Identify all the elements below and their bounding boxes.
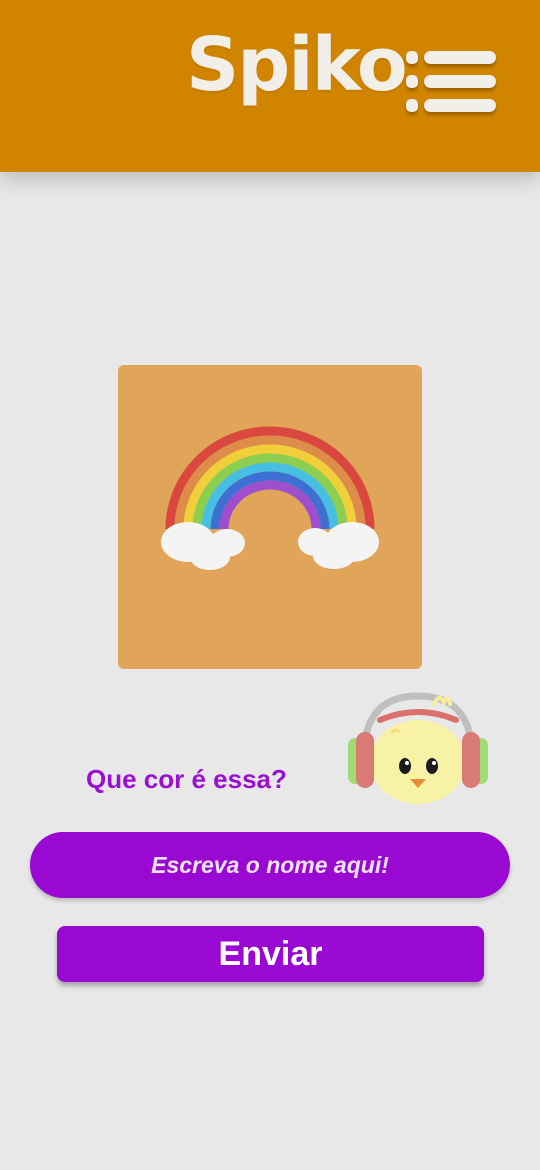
app-logo: Spiko xyxy=(186,22,408,108)
submit-button[interactable]: Enviar xyxy=(57,926,484,982)
quiz-screen: Spiko Que cor é essa? Escreva o nome aqu… xyxy=(0,0,540,1170)
answer-input[interactable] xyxy=(30,832,510,898)
menu-button[interactable] xyxy=(404,46,498,126)
rainbow-with-clouds-icon xyxy=(161,426,379,570)
chick-with-headphones-icon xyxy=(336,690,500,810)
app-header: Spiko xyxy=(0,0,540,172)
question-text: Que cor é essa? xyxy=(86,764,287,794)
quiz-image-card xyxy=(118,365,422,669)
